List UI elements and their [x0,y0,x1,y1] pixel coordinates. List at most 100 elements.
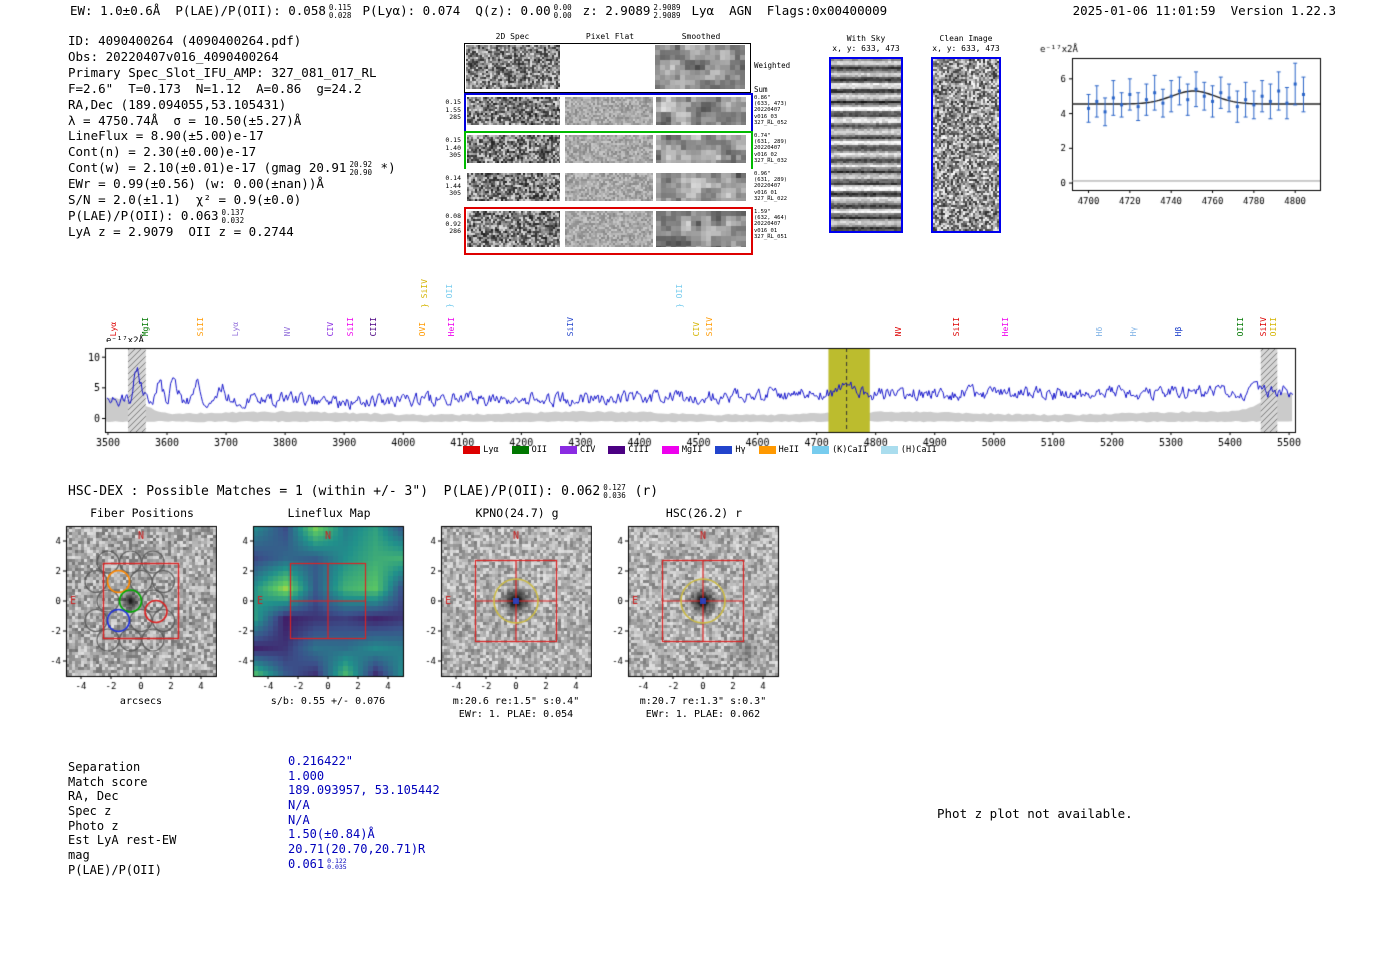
fiber-row-weights: 0.15 1.55 285 [445,98,461,121]
match-label: Photo z [68,818,119,833]
hscdex-match-line: HSC-DEX : Possible Matches = 1 (within +… [68,483,659,500]
clean-image-panel: Clean Image x, y: 633, 473 [928,34,1004,233]
cutout-caption: s/b: 0.55 +/- 0.076 [270,696,386,707]
header-segment: Lyα AGN Flags:0x00400009 [691,3,888,18]
col-header-smoothed: Smoothed [681,32,721,41]
match-label: mag [68,848,90,863]
cutout-title: KPNO(24.7) g [475,506,559,520]
legend-swatch [511,446,529,454]
elixer-report-page: EW: 1.0±0.6Å P(LAE)/P(OII): 0.058 0.115 0.… [0,0,1400,953]
match-value: N/A [288,812,310,827]
legend-swatch [463,446,481,454]
match-value: 189.093957, 53.105442 [288,783,440,798]
detection-info-block: ID: 4090400264 (4090400264.pdf) Obs: 2022… [68,33,396,240]
match-value: N/A [288,798,310,813]
spec2d-panel: 2D Spec Pixel Flat Smoothed Weighted Sum… [440,30,810,255]
with-sky-image [829,57,903,233]
kpno-g-panel: KPNO(24.7) g m:20.6 re:1.5" s:0.4" EWr: 1… [405,506,605,726]
match-label: Separation [68,760,141,774]
uncertainty-stack: 0.115 0.028 [328,3,352,20]
emission-line-labels-layer: e⁻¹⁷x2Å } Lyα} MgII} SiII} Lyα} NV} CIV}… [70,256,1330,346]
spectrum-legend: Lyα OII CIV CIII MgII Hγ HeII (K)CaII (H)CaII [70,445,1330,455]
legend-item: CIII [608,445,649,455]
fiber-pixelflat-image [565,173,653,201]
legend-item: OII [511,445,547,455]
header-segment: EW: 1.0±0.6Å P(LAE)/P(OII): 0.058 0.115 0.… [70,3,352,20]
legend-swatch [758,446,776,454]
header-segment: z: 2.9089 2.9089 2.9089 [582,3,681,20]
uncertainty-stack: 2.9089 2.9089 [653,3,681,20]
hsc-r-image [592,520,784,696]
info-line: Obs: 20220407v016_4090400264 [68,48,279,64]
info-line: LineFlux = 8.90(±5.00)e-17 [68,128,264,144]
cutout-title: HSC(26.2) r [665,506,743,520]
match-label: P(LAE)/P(OII) [68,862,162,877]
with-sky-panel: With Sky x, y: 633, 473 [826,34,906,233]
info-line: P(LAE)/P(OII): 0.063 0.137 0.032 [68,208,245,225]
info-line: LyA z = 2.9079 OII z = 0.2744 [68,224,294,240]
uncertainty-stack: 0.122 0.035 [327,856,347,872]
clean-image-coords: x, y: 633, 473 [932,44,1000,53]
fiber-row-weights: 0.15 1.40 305 [445,136,461,159]
legend-item: (H)CaII [880,445,937,455]
fiber-pixelflat-image [565,211,653,247]
fiber-pixelflat-image [565,97,653,125]
col-header-pixelflat: Pixel Flat [585,32,635,41]
cutout-captions: m:20.6 re:1.5" s:0.4" EWr: 1. PLAE: 0.054 [431,696,601,721]
weighted-2dspec-image [466,45,560,89]
match-label: RA, Dec [68,789,119,804]
legend-swatch [560,446,577,454]
legend-swatch [715,446,733,454]
cutout-caption: EWr: 1. PLAE: 0.062 [645,708,761,720]
fiber-row [464,207,753,255]
fiber-row [464,93,753,133]
fiber-row [464,169,753,209]
cutout-caption: m:20.6 re:1.5" s:0.4" [452,696,580,707]
info-line: F=2.6" T=0.173 N=1.12 A=0.86 g=24.2 [68,80,362,96]
legend-item: Lyα [463,445,499,455]
match-value: 20.71(20.70,20.71)R [288,842,426,857]
lineflux-map-panel: Lineflux Map s/b: 0.55 +/- 0.076 [217,506,417,726]
match-label: Spec z [68,804,112,819]
legend-item: HeII [758,445,799,455]
info-line: EWr = 0.99(±0.56) (w: 0.00(±nan))Å [68,176,324,192]
cutout-captions: m:20.7 re:1.3" s:0.3" EWr: 1. PLAE: 0.062 [618,696,788,721]
info-line: S/N = 2.0(±1.1) χ² = 0.9(±0.0) [68,192,302,208]
timestamp: 2025-01-06 11:01:59 Version 1.22.3 [1072,3,1336,18]
cutout-title: Lineflux Map [287,506,371,520]
emission-line-label: } OII [445,283,455,308]
fiber-positions-image [30,520,222,696]
match-value: 1.50(±0.84)Å [288,827,375,842]
fiber-2dspec-image [467,135,560,163]
fiber-row-meta: 1.59" (632, 464) 20220407 v016_01 327_RL_051 [754,209,788,240]
legend-item: Hγ [715,445,746,455]
match-label: Est LyA rest-EW [68,833,177,848]
legend-item: (K)CaII [812,445,868,455]
cutout-caption: m:20.7 re:1.3" s:0.3" [639,696,767,707]
fiber-row-weights: 0.08 0.92 286 [445,212,461,235]
kpno-g-image [405,520,597,696]
uncertainty-stack: 0.127 0.036 [603,483,626,500]
fiber-2dspec-image [467,173,560,201]
fiber-row-meta: 0.96" (631, 289) 20220407 v016_01 327_RL_022 [754,171,788,202]
cutout-captions: s/b: 0.55 +/- 0.076 [243,696,413,709]
clean-image-title: Clean Image [939,34,993,43]
info-line: Primary Spec_Slot_IFU_AMP: 327_081_017_R… [68,64,377,80]
fiber-2dspec-image [467,211,560,247]
weighted-sum-row [464,43,751,93]
legend-item: MgII [661,445,702,455]
full-spectrum-chart [70,342,1330,457]
legend-swatch [880,446,898,454]
cutout-captions: arcsecs [56,696,226,709]
match-value: 1.000 [288,768,325,783]
match-row: P(LAE)/P(OII) 0.061 0.122 0.035 [68,857,528,878]
photz-note: Phot z plot not available. [937,806,1133,821]
info-line: Cont(w) = 2.10(±0.01)e-17 (gmag 20.91 20.… [68,160,396,177]
fiber-smoothed-image [656,211,746,247]
col-header-2dspec: 2D Spec [495,32,530,41]
fiber-row-meta: 0.74" (631, 289) 20220407 v016_02 327_RL_032 [754,133,788,164]
cutout-title: Fiber Positions [90,506,194,520]
info-line: λ = 4750.74Å σ = 10.50(±5.27)Å [68,112,302,128]
with-sky-title: With Sky [846,34,886,43]
info-line: Cont(n) = 2.30(±0.00)e-17 [68,144,257,160]
